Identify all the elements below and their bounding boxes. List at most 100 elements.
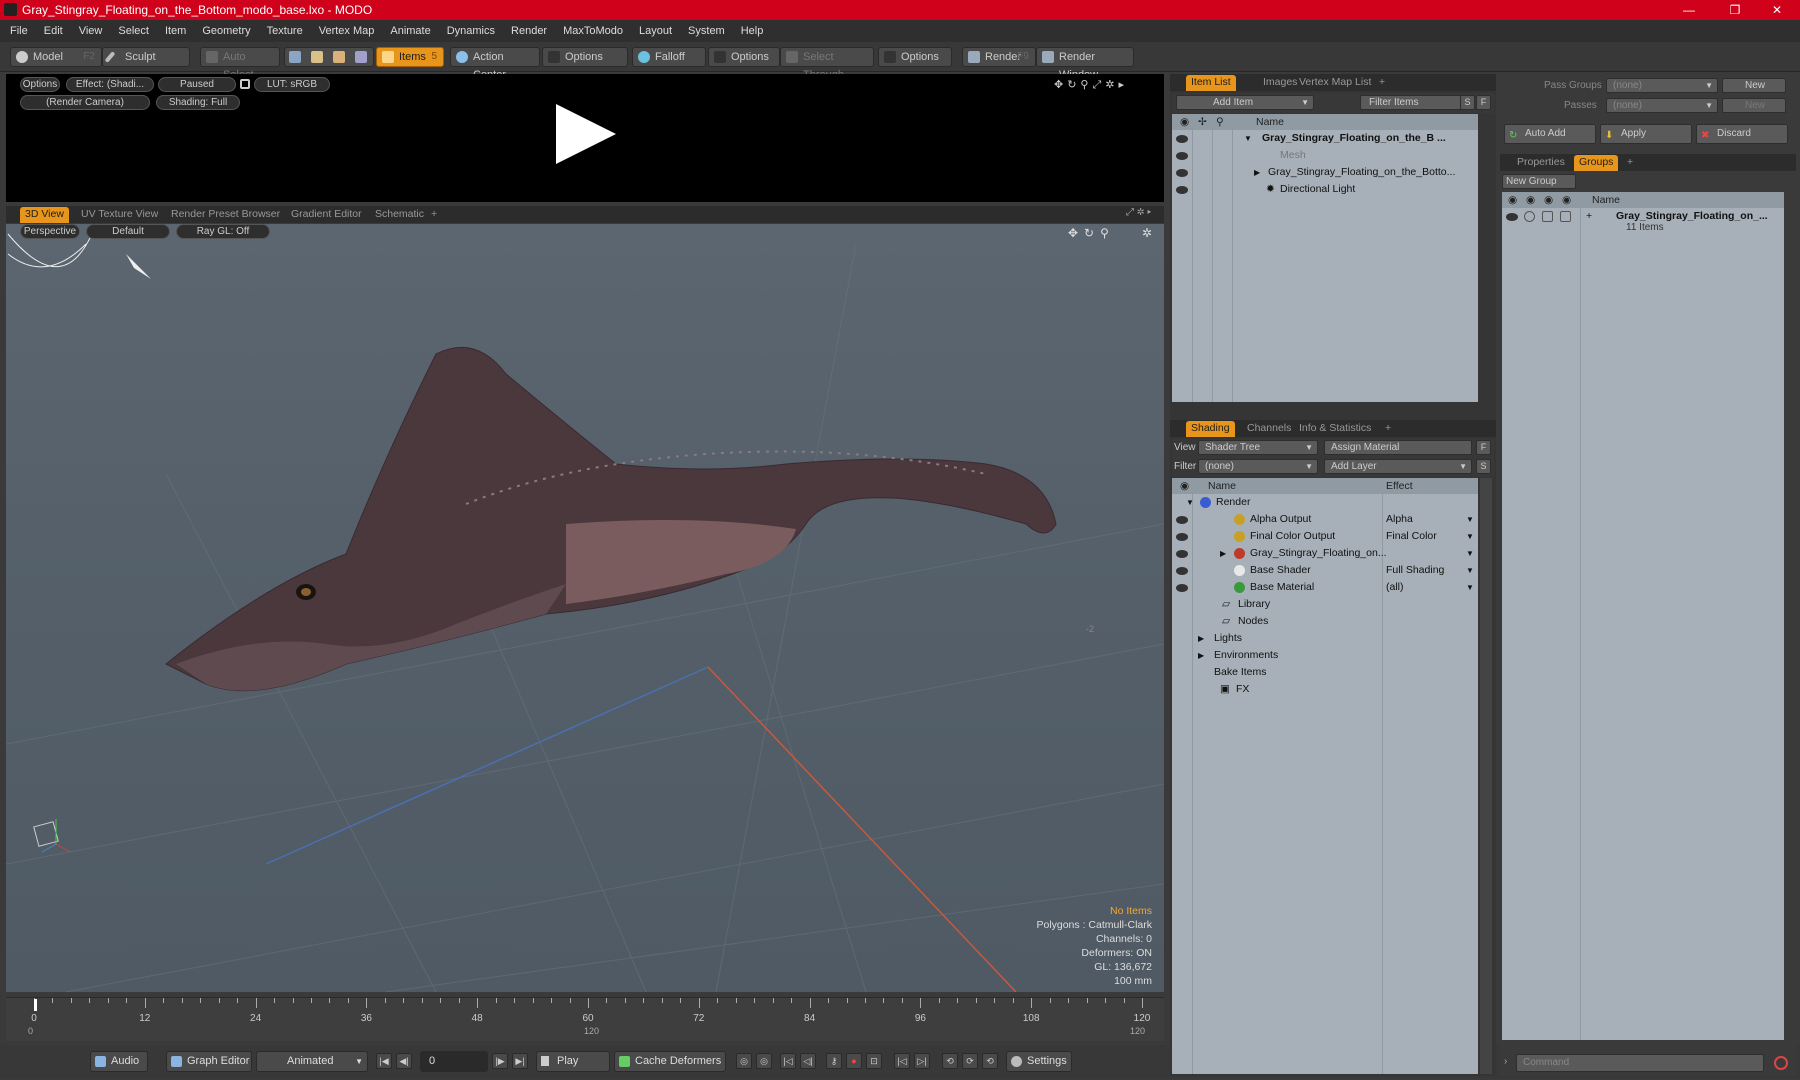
passes-dropdown[interactable]: (none) ▼ [1606,98,1718,113]
default-shading-dropdown[interactable]: Default [86,224,170,239]
expand-arrow-icon[interactable]: ▶ [1220,545,1226,562]
shading-dropdown[interactable]: Shading: Full [156,95,240,110]
falloff-options-button[interactable]: Options [708,47,780,67]
expand-arrow-icon[interactable]: ▶ [1198,647,1204,664]
tab-3d-view[interactable]: 3D View [20,207,69,223]
preview-options-button[interactable]: Options [20,77,60,92]
render-toggle[interactable] [1524,211,1535,222]
eye-icon[interactable] [1176,584,1188,592]
key-icon[interactable]: ⚷ [826,1053,842,1069]
frame-field[interactable]: 0 [420,1051,488,1072]
menu-view[interactable]: View [71,20,111,42]
shader-tree-scrollbar[interactable] [1480,478,1492,1074]
3d-viewport[interactable]: Perspective Default Ray GL: Off ✥↻⚲ ✲ -2… [6,224,1164,992]
shader-row-effect[interactable]: Alpha [1386,511,1413,528]
tab-shading[interactable]: Shading [1186,421,1235,437]
loop-icon-3[interactable]: ⟲ [982,1053,998,1069]
eye-icon[interactable] [1506,213,1518,221]
add-tab-button[interactable]: + [1622,155,1638,171]
render-camera-dropdown[interactable]: (Render Camera) [20,95,150,110]
command-input[interactable]: Command [1516,1054,1764,1072]
edges-icon[interactable] [311,51,323,63]
expand-icon[interactable]: + [1586,208,1592,225]
close-button[interactable]: ✕ [1754,0,1800,20]
menu-vertex-map[interactable]: Vertex Map [311,20,383,42]
model-mode-button[interactable]: Model F2 [10,47,102,67]
item-row-directional-light[interactable]: ✹ Directional Light [1172,181,1478,198]
pass-groups-dropdown[interactable]: (none) ▼ [1606,78,1718,93]
prev-key-icon[interactable]: |◁ [780,1053,796,1069]
select-through-options-button[interactable]: Options [878,47,952,67]
render-window-button[interactable]: Render Window [1036,47,1134,81]
command-status-icon[interactable] [1774,1056,1788,1070]
expand-arrow-icon[interactable]: ▶ [1198,630,1204,647]
maximize-button[interactable]: ❐ [1712,0,1758,20]
select-toggle[interactable] [1560,211,1571,222]
f-button[interactable]: F [1476,440,1491,455]
preview-effect-dropdown[interactable]: Effect: (Shadi... [66,77,154,92]
s-button[interactable]: S [1460,95,1475,110]
f-button[interactable]: F [1476,95,1491,110]
shader-row[interactable]: ▱ Nodes [1172,613,1478,630]
eye-icon[interactable] [1176,135,1188,143]
tab-groups[interactable]: Groups [1574,155,1619,171]
loop-icon-2[interactable]: ⟳ [962,1053,978,1069]
skip-forward-icon[interactable]: ▷| [914,1053,930,1069]
shader-row[interactable]: ▶ Gray_Stingray_Floating_on... ▼ [1172,545,1478,562]
filter-dropdown[interactable]: (none) ▼ [1198,459,1318,474]
filter-items-field[interactable]: Filter Items [1360,95,1462,110]
prev-frame-icon[interactable]: ◀| [396,1053,412,1069]
sculpt-mode-button[interactable]: Sculpt [102,47,190,67]
keyframe-tool-2-icon[interactable]: ◎ [756,1053,772,1069]
menu-layout[interactable]: Layout [631,20,680,42]
chevron-down-icon[interactable]: ▼ [1466,545,1474,562]
shader-row[interactable]: Base Material (all) ▼ [1172,579,1478,596]
shader-row[interactable]: Alpha Output Alpha ▼ [1172,511,1478,528]
eye-icon[interactable] [1176,567,1188,575]
add-layer-dropdown[interactable]: Add Layer ▼ [1324,459,1472,474]
render-preview[interactable]: Options Effect: (Shadi... Paused LUT: sR… [6,74,1164,202]
menu-item[interactable]: Item [157,20,194,42]
lock-icon[interactable] [240,79,250,89]
play-render-icon[interactable] [556,104,616,164]
menu-render[interactable]: Render [503,20,555,42]
expand-arrow-icon[interactable]: ▼ [1244,130,1252,147]
menu-file[interactable]: File [2,20,36,42]
viewport-nav-controls[interactable]: ✥↻⚲ [1068,226,1115,240]
action-center-button[interactable]: Action Center [450,47,540,81]
eye-icon[interactable] [1176,516,1188,524]
item-row-mesh[interactable]: Mesh [1172,147,1478,164]
add-tab-button[interactable]: + [1374,75,1390,91]
auto-select-button[interactable]: Auto Select [200,47,280,81]
menu-texture[interactable]: Texture [259,20,311,42]
expand-arrow-icon[interactable]: ▶ [1254,164,1260,181]
preview-paused-toggle[interactable]: Paused [158,77,236,92]
viewport-tab-controls[interactable]: ⤢✲▸ [1126,207,1154,218]
raygl-dropdown[interactable]: Ray GL: Off [176,224,270,239]
tab-channels[interactable]: Channels [1242,421,1296,437]
shader-row[interactable]: ▼ Render [1172,494,1478,511]
menu-dynamics[interactable]: Dynamics [439,20,503,42]
auto-add-button[interactable]: ↻ Auto Add [1504,124,1596,144]
animated-dropdown[interactable]: Animated ▼ [256,1051,368,1072]
auto-key-icon[interactable]: ⊡ [866,1053,882,1069]
eye-icon[interactable] [1176,169,1188,177]
preview-view-controls[interactable]: ✥↻⚲⤢✲▸ [1054,78,1128,92]
timeline-ruler[interactable]: 0 12 24 36 48 60 72 84 96 108 120 0 120 120 [6,997,1164,1041]
eye-icon[interactable] [1176,550,1188,558]
vertices-icon[interactable] [289,51,301,63]
chevron-down-icon[interactable]: ▼ [1466,528,1474,545]
shader-row[interactable]: Final Color Output Final Color ▼ [1172,528,1478,545]
chevron-down-icon[interactable]: ▼ [1466,511,1474,528]
item-row-scene[interactable]: ▼ Gray_Stingray_Floating_on_the_B ... [1172,130,1478,147]
add-tab-button[interactable]: + [1380,421,1396,437]
menu-help[interactable]: Help [733,20,772,42]
items-mode-button[interactable]: Items 5 [376,47,444,67]
perspective-dropdown[interactable]: Perspective [20,224,80,239]
playhead[interactable] [34,999,37,1011]
item-row-stingray[interactable]: ▶ Gray_Stingray_Floating_on_the_Botto... [1172,164,1478,181]
select-through-button[interactable]: Select Through [780,47,874,81]
skip-back-icon[interactable]: |◁ [894,1053,910,1069]
menu-edit[interactable]: Edit [36,20,71,42]
minimize-button[interactable]: — [1666,0,1712,20]
